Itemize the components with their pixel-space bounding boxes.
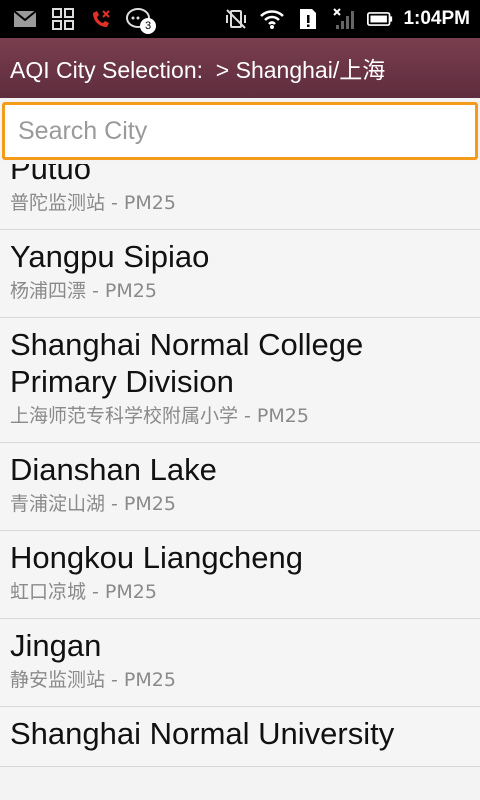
- battery-icon: [367, 6, 393, 32]
- list-item-name: Jingan: [10, 628, 102, 663]
- status-bar: 3 1:04PM: [0, 0, 480, 38]
- vibrate-off-icon: [223, 6, 249, 32]
- list-item[interactable]: Jingan 静安监测站 - PM25: [0, 619, 480, 707]
- list-item-subtitle: 杨浦四漂 - PM25: [10, 280, 157, 302]
- sim-alert-icon: [295, 6, 321, 32]
- list-item-name: Dianshan Lake: [10, 452, 217, 487]
- list-item-name: Shanghai Normal University: [10, 716, 395, 751]
- list-item[interactable]: Shanghai Normal University: [0, 707, 480, 767]
- list-item-name: Hongkou Liangcheng: [10, 540, 304, 575]
- apps-grid-icon: [50, 6, 76, 32]
- list-item[interactable]: Yangpu Sipiao 杨浦四漂 - PM25: [0, 230, 480, 318]
- chat-bubble-icon: 3: [126, 6, 156, 34]
- missed-call-icon: [88, 6, 114, 32]
- list-item-name: Shanghai Normal College Primary Division: [10, 327, 364, 399]
- list-item[interactable]: Shanghai Normal College Primary Division…: [0, 318, 480, 443]
- wifi-icon: [259, 6, 285, 32]
- list-item[interactable]: Hongkou Liangcheng 虹口凉城 - PM25: [0, 531, 480, 619]
- gmail-icon: [12, 6, 38, 32]
- list-item-name: Putuo: [10, 164, 92, 186]
- list-item[interactable]: Dianshan Lake 青浦淀山湖 - PM25: [0, 443, 480, 531]
- list-item-subtitle: 青浦淀山湖 - PM25: [10, 493, 176, 515]
- list-item-subtitle: 普陀监测站 - PM25: [10, 192, 176, 214]
- clock: 1:04PM: [403, 8, 470, 29]
- page-title: AQI City Selection: > Shanghai/上海: [10, 57, 386, 83]
- list-item-subtitle: 静安监测站 - PM25: [10, 669, 176, 691]
- title-bar: AQI City Selection: > Shanghai/上海: [0, 38, 480, 98]
- list-item-name: Yangpu Sipiao: [10, 239, 210, 274]
- no-signal-icon: [331, 6, 357, 32]
- search-bar: [0, 98, 480, 164]
- list-item[interactable]: Putuo 普陀监测站 - PM25: [0, 164, 480, 230]
- list-item-subtitle: 上海师范专科学校附属小学 - PM25: [10, 405, 309, 427]
- city-list-content: Putuo 普陀监测站 - PM25 Yangpu Sipiao 杨浦四漂 - …: [0, 164, 480, 767]
- search-input[interactable]: [2, 102, 478, 160]
- city-list[interactable]: Putuo 普陀监测站 - PM25 Yangpu Sipiao 杨浦四漂 - …: [0, 164, 480, 800]
- list-item-subtitle: 虹口凉城 - PM25: [10, 581, 157, 603]
- notification-count-badge: 3: [140, 18, 156, 34]
